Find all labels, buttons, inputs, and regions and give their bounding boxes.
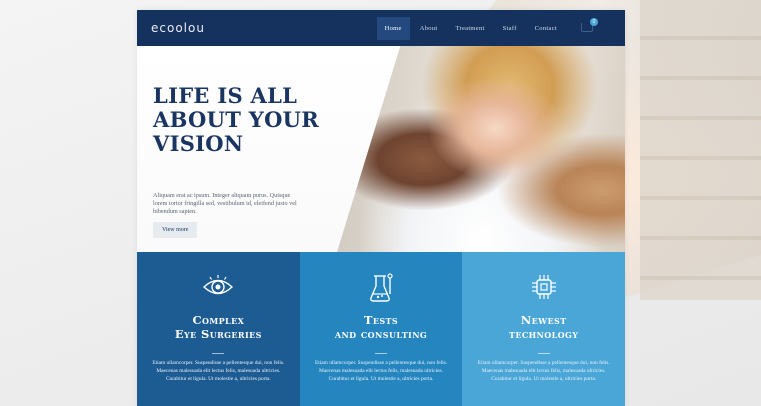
features-section: Complex Eye Surgeries Etiam ullamcorper.… [137,252,625,406]
feature-card-newest-technology[interactable]: Newest technology Etiam ullamcorper. Sus… [462,252,625,406]
view-more-button[interactable]: View more [153,222,198,238]
feature-title: Newest technology [462,313,625,341]
nav-contact[interactable]: Contact [527,17,565,40]
lab-tests-icon [370,273,393,302]
feature-title-line: Eye Surgeries [174,327,262,341]
cart-button[interactable]: 0 [581,18,615,35]
feature-title-line: Newest [520,313,567,327]
hero-photo-doctor-and-patient [337,46,625,252]
feature-title-line: Complex [192,313,245,327]
hero-description: Aliquam erat ac ipsum. Integer aliquam p… [153,192,297,215]
chip-icon [531,275,556,299]
feature-title-line: and consulting [334,327,428,341]
feature-card-tests-consulting[interactable]: Tests and consulting Etiam ullamcorper. … [299,252,463,406]
feature-description: Etiam ullamcorper. Suspendisse a pellent… [314,360,448,382]
nav-home[interactable]: Home [376,16,410,40]
website-frame: ecoolou Home About Treatment Staff Conta… [137,10,625,406]
feature-title: Tests and consulting [300,313,463,341]
nav-treatment[interactable]: Treatment [447,17,492,40]
hero-title-line: VISION [153,131,244,156]
feature-description: Etiam ullamcorper. Suspendisse a pellent… [477,360,610,382]
divider [212,353,225,354]
nav-about[interactable]: About [412,17,446,40]
hero-title-line: ABOUT YOUR [153,107,320,132]
feature-title-line: technology [508,327,579,341]
background-shelves [640,0,761,300]
divider [375,353,387,354]
eye-icon [203,275,234,295]
feature-description: Etiam ullamcorper. Suspendisse a pellent… [152,360,285,382]
nav-staff[interactable]: Staff [495,17,525,40]
navbar: ecoolou Home About Treatment Staff Conta… [137,10,625,46]
feature-title: Complex Eye Surgeries [137,313,300,341]
cart-count-badge: 0 [590,18,598,26]
hero-section: LIFE IS ALL ABOUT YOUR VISION Aliquam er… [137,46,625,252]
hero-title-line: LIFE IS ALL [153,83,298,108]
logo[interactable]: ecoolou [151,21,205,35]
divider [537,353,550,354]
hero-title: LIFE IS ALL ABOUT YOUR VISION [153,84,353,156]
feature-card-eye-surgeries[interactable]: Complex Eye Surgeries Etiam ullamcorper.… [137,252,300,406]
feature-title-line: Tests [363,313,399,327]
main-nav: Home About Treatment Staff Contact 0 [376,16,615,40]
